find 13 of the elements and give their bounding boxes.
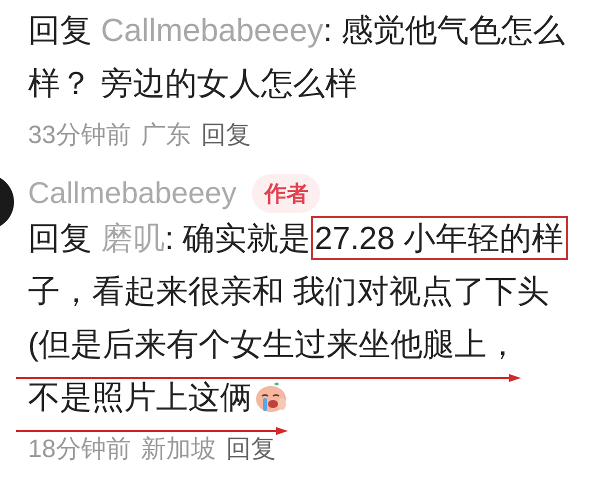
- comment-text: 不是照片上这俩: [28, 375, 288, 419]
- comment-text: 回复 Callmebabeeey: 感觉他气色怎么: [28, 11, 566, 50]
- reply-link[interactable]: 回复: [226, 431, 276, 469]
- comment-text: 回复 磨叽: 确实就是 27.28 小年轻的样: [28, 216, 568, 260]
- author-badge: 作者: [252, 174, 320, 212]
- comment-text: (但是后来有个女生过来坐他腿上，: [28, 325, 519, 364]
- reply-link[interactable]: 回复: [200, 117, 251, 155]
- comment-time: 18分钟前: [28, 434, 131, 466]
- comment-location: 新加坡: [140, 434, 216, 466]
- comment-location: 广东: [140, 120, 191, 152]
- comment-text: 样？ 旁边的女人怎么样: [28, 64, 357, 103]
- comment-text: 子，看起来很亲和 我们对视点了下头: [28, 272, 549, 311]
- comment-time: 33分钟前: [28, 120, 131, 152]
